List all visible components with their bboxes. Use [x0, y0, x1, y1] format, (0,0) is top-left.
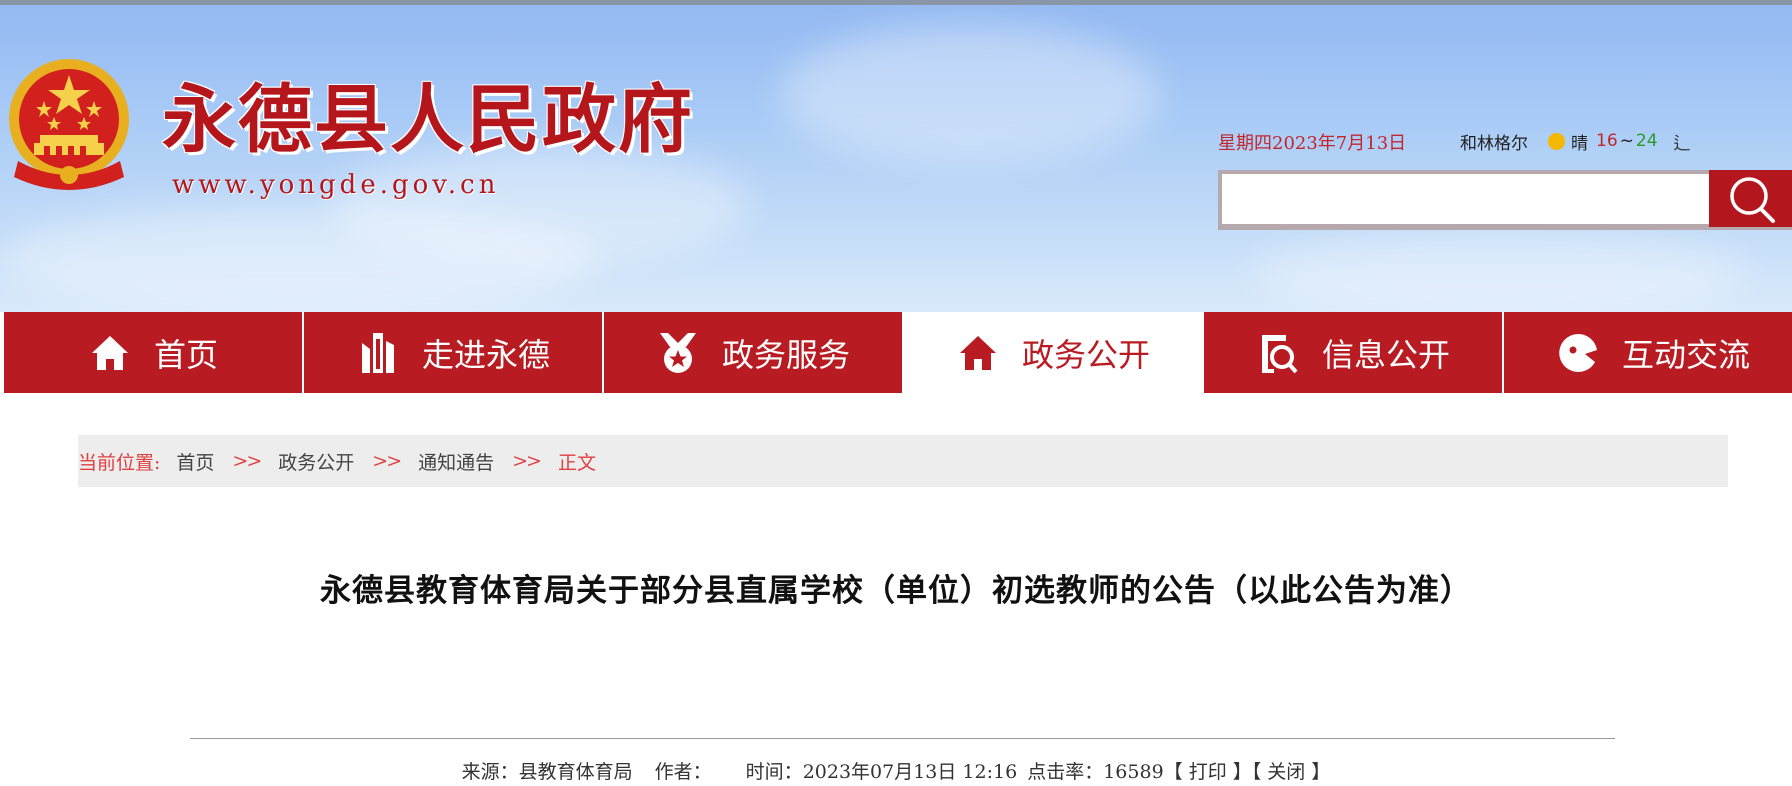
nav-item-home[interactable]: 首页	[4, 312, 302, 393]
meta-time-label: 时间：	[745, 761, 803, 783]
meta-author-label: 作者：	[654, 761, 712, 783]
national-emblem-logo	[9, 59, 129, 190]
sky-cloud	[780, 25, 1160, 165]
breadcrumb-separator: >>	[512, 450, 542, 472]
breadcrumb: 当前位置: 首页 >> 政务公开 >> 通知通告 >> 正文	[78, 435, 1728, 487]
article-title: 永德县教育体育局关于部分县直属学校（单位）初选教师的公告（以此公告为准）	[320, 573, 1472, 609]
weather-condition: 晴	[1571, 133, 1588, 154]
breadcrumb-separator: >>	[372, 450, 402, 472]
search-button[interactable]	[1709, 170, 1792, 227]
weather-temp-high: 24	[1635, 131, 1658, 151]
breadcrumb-label: 当前位置:	[78, 451, 161, 474]
nav-label: 走进永德	[421, 335, 550, 374]
nav-item-interaction[interactable]: 互动交流	[1504, 312, 1792, 393]
divider	[190, 738, 1615, 739]
nav-label: 首页	[153, 335, 218, 374]
chat-icon	[1556, 331, 1600, 375]
sky-cloud	[0, 205, 600, 312]
sky-cloud	[1250, 235, 1750, 312]
site-url: www.yongde.gov.cn	[172, 170, 500, 200]
breadcrumb-separator: >>	[232, 450, 262, 472]
nav-item-services[interactable]: 政务服务	[604, 312, 902, 393]
building-icon	[356, 331, 400, 375]
breadcrumb-link-public-affairs[interactable]: 政务公开	[278, 448, 354, 475]
nav-item-about[interactable]: 走进永德	[304, 312, 602, 393]
weather-temp-low: 16	[1596, 131, 1618, 151]
breadcrumb-link-notices[interactable]: 通知通告	[418, 448, 494, 475]
meta-source-label: 来源：	[461, 761, 519, 783]
main-nav: 首页 走进永德 政务服务 政务公开 信息公开 互动交流	[0, 312, 1792, 393]
search-icon	[1729, 176, 1775, 223]
site-header: 永德县人民政府 www.yongde.gov.cn 星期四2023年7月13日 …	[0, 5, 1792, 312]
home-icon	[88, 331, 132, 375]
site-title: 永德县人民政府	[162, 77, 694, 163]
breadcrumb-link-home[interactable]: 首页	[176, 448, 214, 475]
meta-time: 2023年07月13日 12:16	[802, 761, 1018, 783]
medal-icon	[656, 331, 700, 375]
nav-label: 政务公开	[1021, 335, 1150, 374]
sunny-icon	[1548, 132, 1565, 150]
print-link[interactable]: 【 打印 】	[1164, 761, 1252, 783]
meta-hits-label: 点击率：	[1027, 761, 1104, 783]
nav-item-information[interactable]: 信息公开	[1204, 312, 1502, 393]
meta-hits: 16589	[1103, 761, 1164, 783]
nav-label: 互动交流	[1621, 335, 1750, 374]
nav-item-public-affairs[interactable]: 政务公开	[904, 312, 1202, 393]
weather-city: 和林格尔	[1460, 133, 1528, 154]
nav-label: 政务服务	[721, 335, 850, 374]
weather-temp-sep: ~	[1619, 131, 1634, 151]
meta-source: 县教育体育局	[518, 761, 633, 783]
search-box	[1218, 170, 1792, 230]
weather-more-glyph: ⻍	[1673, 133, 1691, 154]
article-meta: 来源：县教育体育局 作者： 时间：2023年07月13日 12:16 点击率：1658…	[0, 757, 1792, 784]
weather-widget: 和林格尔 晴 16 ~ 24 ⻍	[1460, 129, 1691, 154]
search-input[interactable]	[1222, 174, 1711, 224]
close-link[interactable]: 【 关闭 】	[1252, 761, 1331, 783]
current-date: 星期四2023年7月13日	[1218, 133, 1407, 154]
nav-label: 信息公开	[1321, 335, 1450, 374]
breadcrumb-current: 正文	[557, 451, 596, 474]
home-icon	[956, 331, 1000, 375]
document-search-icon	[1256, 331, 1300, 375]
